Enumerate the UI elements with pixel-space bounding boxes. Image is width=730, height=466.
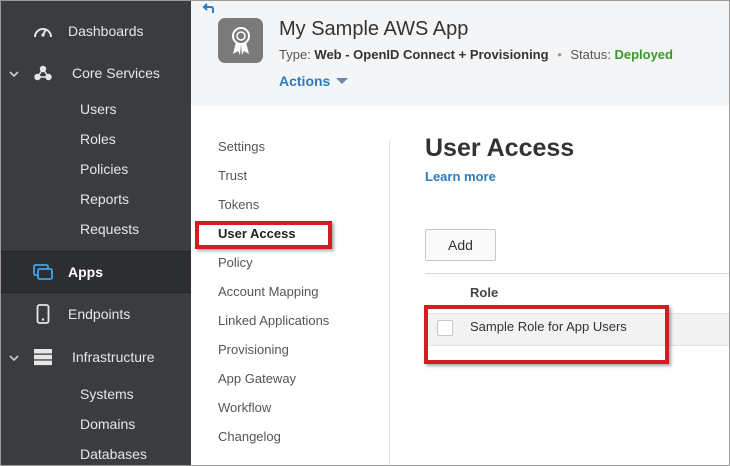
sidebar-item-endpoints[interactable]: Endpoints <box>0 303 191 325</box>
row-checkbox[interactable] <box>437 320 453 336</box>
app-meta: Type: Web - OpenID Connect + Provisionin… <box>279 47 673 62</box>
app-badge-icon <box>218 18 263 63</box>
menu-item-account-mapping[interactable]: Account Mapping <box>218 284 318 299</box>
menu-item-policy[interactable]: Policy <box>218 255 253 270</box>
sidebar-subitem-systems[interactable]: Systems <box>80 386 134 402</box>
sidebar-item-label: Core Services <box>72 65 160 81</box>
menu-item-workflow[interactable]: Workflow <box>218 400 271 415</box>
sidebar-item-label: Endpoints <box>68 306 131 322</box>
menu-item-provisioning[interactable]: Provisioning <box>218 342 289 357</box>
menu-item-settings[interactable]: Settings <box>218 139 265 154</box>
app-header: My Sample AWS App Type: Web - OpenID Con… <box>191 0 730 106</box>
core-services-icon <box>32 62 54 84</box>
back-arrow-icon[interactable] <box>201 2 215 14</box>
sidebar-item-core-services[interactable]: Core Services <box>0 62 191 84</box>
apps-icon <box>32 261 54 283</box>
menu-item-linked-applications[interactable]: Linked Applications <box>218 313 329 328</box>
menu-divider <box>389 140 390 466</box>
sidebar-item-apps[interactable]: Apps <box>0 251 191 293</box>
mobile-device-icon <box>32 303 54 325</box>
sidebar-subitem-roles[interactable]: Roles <box>80 131 116 147</box>
status-badge: Deployed <box>614 47 673 62</box>
actions-dropdown[interactable]: Actions <box>279 73 349 89</box>
sidebar-subitem-domains[interactable]: Domains <box>80 416 135 432</box>
add-button[interactable]: Add <box>425 229 496 261</box>
page-title: User Access <box>425 134 575 162</box>
menu-item-trust[interactable]: Trust <box>218 168 247 183</box>
sidebar-subitem-policies[interactable]: Policies <box>80 161 128 177</box>
actions-label: Actions <box>279 73 331 89</box>
chevron-down-icon[interactable] <box>8 351 20 363</box>
type-label: Type: <box>279 47 311 62</box>
table-divider <box>425 273 730 274</box>
server-stack-icon <box>32 346 54 368</box>
column-header-role[interactable]: Role <box>470 285 498 300</box>
sidebar-item-label: Apps <box>68 264 103 280</box>
sidebar-subitem-reports[interactable]: Reports <box>80 191 129 207</box>
menu-item-user-access[interactable]: User Access <box>218 226 296 241</box>
menu-item-tokens[interactable]: Tokens <box>218 197 259 212</box>
gauge-icon <box>32 20 54 42</box>
status-label: Status: <box>570 47 611 62</box>
role-cell[interactable]: Sample Role for App Users <box>470 319 627 334</box>
sidebar-subitem-requests[interactable]: Requests <box>80 221 139 237</box>
sidebar: Dashboards Core Services Users Roles Pol… <box>0 0 191 466</box>
chevron-down-icon[interactable] <box>8 67 20 79</box>
sidebar-subitem-databases[interactable]: Databases <box>80 446 147 462</box>
menu-item-changelog[interactable]: Changelog <box>218 429 281 444</box>
sidebar-item-infrastructure[interactable]: Infrastructure <box>0 346 191 368</box>
app-title: My Sample AWS App <box>279 18 469 40</box>
sidebar-item-dashboards[interactable]: Dashboards <box>0 20 191 42</box>
learn-more-link[interactable]: Learn more <box>425 169 496 184</box>
menu-item-app-gateway[interactable]: App Gateway <box>218 371 296 386</box>
type-value: Web - OpenID Connect + Provisioning <box>314 47 549 62</box>
sidebar-item-label: Infrastructure <box>72 349 155 365</box>
sidebar-subitem-users[interactable]: Users <box>80 101 117 117</box>
meta-separator: • <box>557 47 562 62</box>
chevron-down-icon <box>336 78 349 84</box>
sidebar-item-label: Dashboards <box>68 23 144 39</box>
